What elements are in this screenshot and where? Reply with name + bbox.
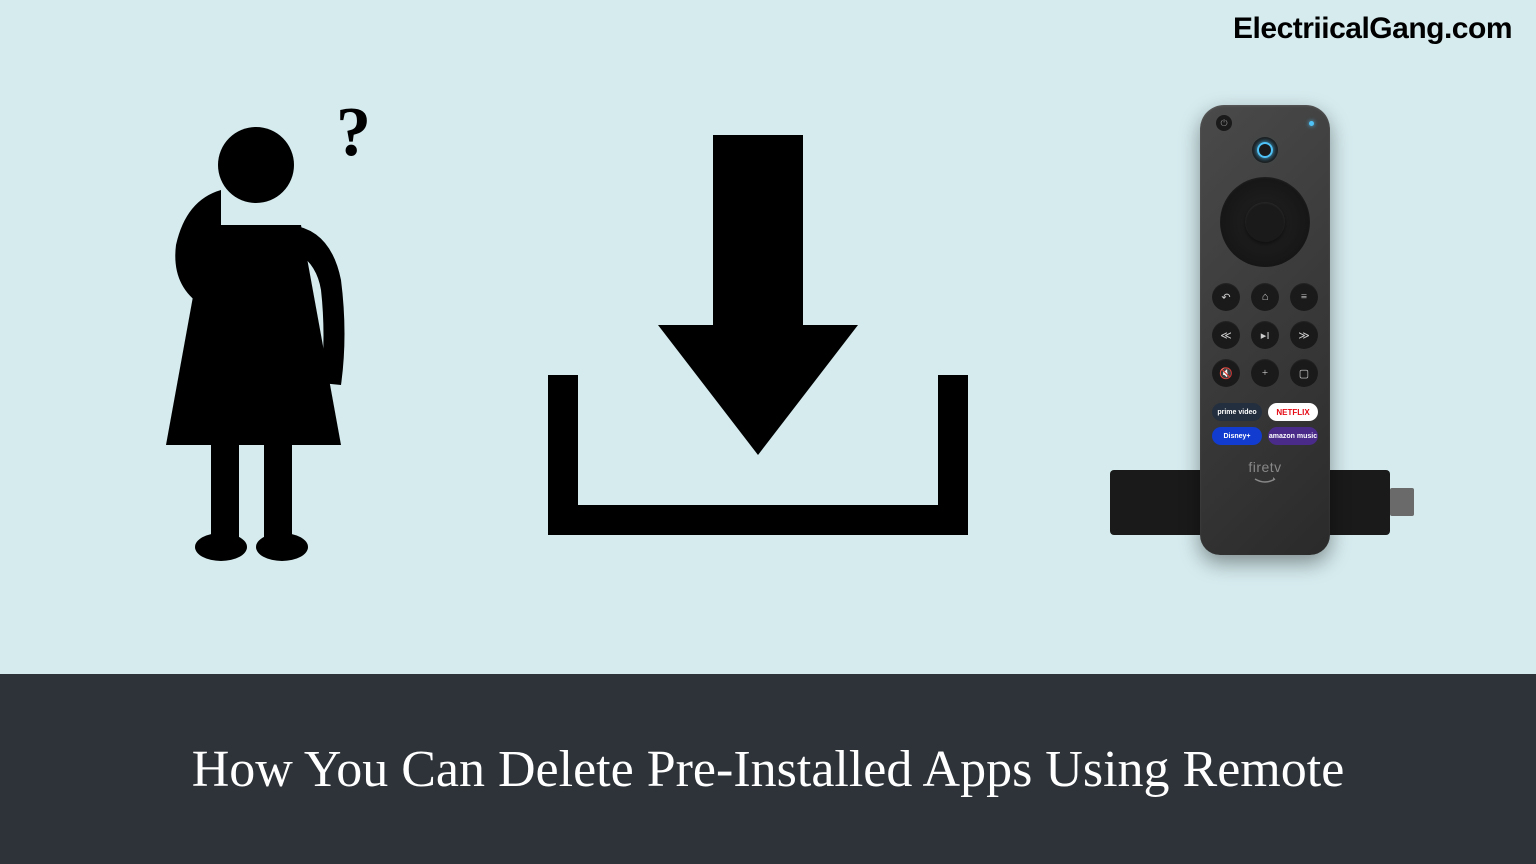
image-canvas: ElectriicalGang.com ? xyxy=(0,0,1536,864)
disney-button-icon: Disney+ xyxy=(1212,427,1262,445)
netflix-button-icon: NETFLIX xyxy=(1268,403,1318,421)
site-watermark: ElectriicalGang.com xyxy=(1233,12,1512,46)
svg-text:?: ? xyxy=(336,105,371,171)
play-pause-icon: ▸‖ xyxy=(1251,321,1279,349)
firetv-logo: firetv xyxy=(1248,459,1281,475)
thinking-person-icon: ? xyxy=(126,105,406,565)
forward-icon: ≫ xyxy=(1290,321,1318,349)
download-icon xyxy=(538,125,978,545)
menu-icon: ≡ xyxy=(1290,283,1318,311)
amazon-music-button-icon: amazon music xyxy=(1268,427,1318,445)
firetv-device-icon: ⏻ ↶ ⌂ ≡ ≪ ▸‖ ≫ xyxy=(1110,105,1410,565)
home-icon: ⌂ xyxy=(1251,283,1279,311)
prime-video-button-icon: prime video xyxy=(1212,403,1262,421)
alexa-button-icon xyxy=(1252,137,1278,163)
rewind-icon: ≪ xyxy=(1212,321,1240,349)
status-led-icon xyxy=(1309,121,1314,126)
amazon-smile-icon xyxy=(1253,477,1277,485)
illustration-row: ? ⏻ xyxy=(0,100,1536,570)
volume-up-icon: + xyxy=(1251,359,1279,387)
tv-icon: ▢ xyxy=(1290,359,1318,387)
mute-icon: 🔇 xyxy=(1212,359,1240,387)
dpad-ring-icon xyxy=(1220,177,1310,267)
firetv-remote: ⏻ ↶ ⌂ ≡ ≪ ▸‖ ≫ xyxy=(1200,105,1330,555)
power-icon: ⏻ xyxy=(1216,115,1232,131)
back-icon: ↶ xyxy=(1212,283,1240,311)
title-bar: How You Can Delete Pre-Installed Apps Us… xyxy=(0,674,1536,864)
dpad-select-icon xyxy=(1245,202,1285,242)
page-title: How You Can Delete Pre-Installed Apps Us… xyxy=(152,740,1385,799)
